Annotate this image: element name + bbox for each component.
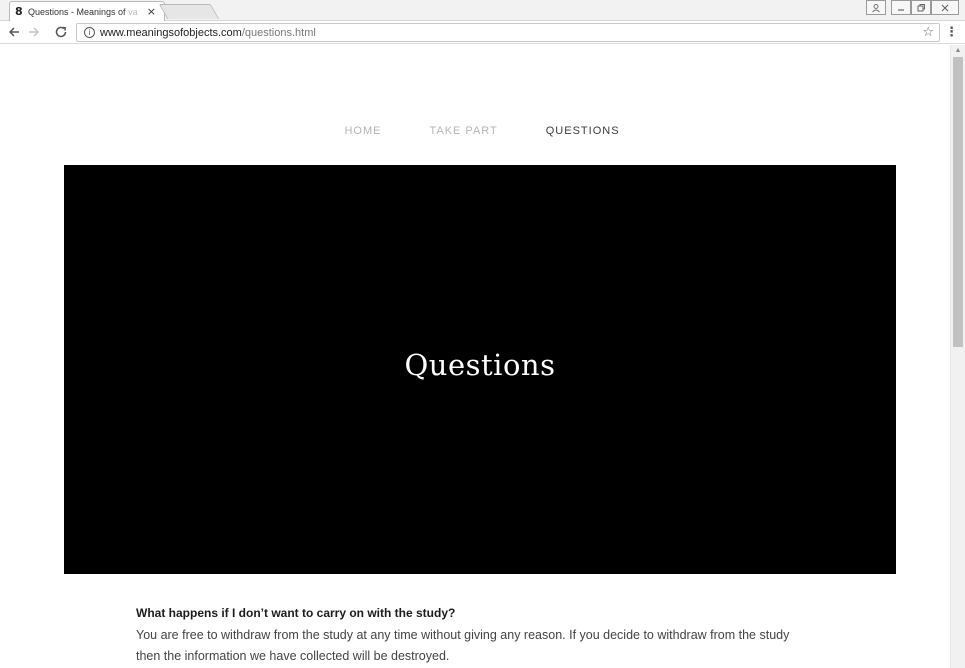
new-tab-button[interactable] xyxy=(158,4,220,19)
tab-strip: 8 Questions - Meanings of va × xyxy=(0,0,965,21)
restore-icon[interactable] xyxy=(911,0,931,15)
browser-menu-icon[interactable]: ⋮ xyxy=(945,24,958,40)
site-favicon-icon: 8 xyxy=(15,5,23,18)
scroll-up-arrow-icon[interactable]: ▲ xyxy=(951,45,965,57)
hero-title: Questions xyxy=(404,347,556,382)
tab-title-fade: va xyxy=(128,6,138,17)
close-tab-icon[interactable]: × xyxy=(147,5,156,18)
nav-take-part[interactable]: TAKE PART xyxy=(415,125,497,141)
site-navigation: HOME TAKE PART QUESTIONS xyxy=(0,125,950,141)
page-scrollbar[interactable]: ▲ xyxy=(950,45,965,668)
minimize-icon[interactable] xyxy=(891,0,911,15)
url-text[interactable]: www.meaningsofobjects.com/questions.html xyxy=(100,26,316,40)
faq-section: What happens if I don’t want to carry on… xyxy=(136,605,816,667)
nav-questions[interactable]: QUESTIONS xyxy=(532,125,620,141)
info-icon[interactable]: i xyxy=(84,27,95,38)
tab-title-text: Questions - Meanings of xyxy=(28,6,126,17)
tab-title: Questions - Meanings of va xyxy=(28,7,140,17)
page-viewport: HOME TAKE PART QUESTIONS Questions What … xyxy=(0,45,950,668)
close-icon[interactable] xyxy=(931,0,959,15)
browser-tab[interactable]: 8 Questions - Meanings of va × xyxy=(9,1,165,21)
bookmark-star-icon[interactable]: ☆ xyxy=(922,25,934,40)
scrollbar-thumb[interactable] xyxy=(953,57,963,347)
url-path: /questions.html xyxy=(241,27,316,39)
user-icon[interactable] xyxy=(866,0,886,15)
nav-home[interactable]: HOME xyxy=(330,125,381,141)
faq-question: What happens if I don’t want to carry on… xyxy=(136,606,456,620)
hero-banner: Questions xyxy=(64,165,896,574)
url-host: www.meaningsofobjects.com xyxy=(100,27,242,39)
reload-icon[interactable] xyxy=(53,24,69,40)
browser-toolbar: i www.meaningsofobjects.com/questions.ht… xyxy=(0,21,965,44)
forward-arrow-icon[interactable] xyxy=(26,24,42,40)
address-bar[interactable]: i www.meaningsofobjects.com/questions.ht… xyxy=(76,23,940,42)
faq-answer: You are free to withdraw from the study … xyxy=(136,628,790,663)
back-arrow-icon[interactable] xyxy=(6,24,22,40)
